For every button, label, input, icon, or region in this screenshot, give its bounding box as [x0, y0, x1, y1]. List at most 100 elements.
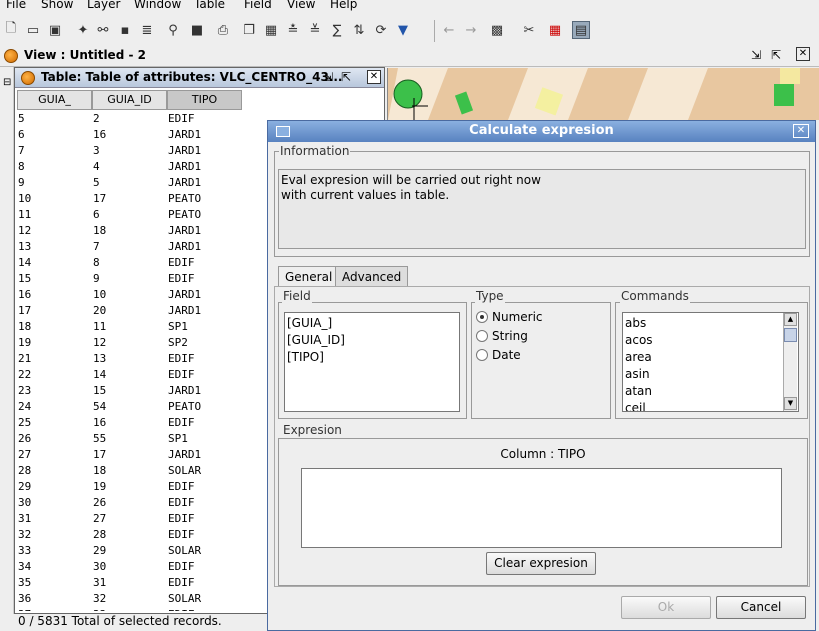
- open-folder-icon[interactable]: ▭: [24, 21, 42, 39]
- table-maximize-icon[interactable]: ⇱: [341, 70, 351, 84]
- table-row[interactable]: 7 3 JARD1: [17, 143, 241, 159]
- table-icon[interactable]: ▦: [262, 21, 280, 39]
- menu-window[interactable]: Window: [134, 0, 181, 11]
- command-item[interactable]: asin: [625, 366, 650, 382]
- table-row[interactable]: 8 4 JARD1: [17, 159, 241, 175]
- table-row[interactable]: 15 9 EDIF: [17, 271, 241, 287]
- scroll-thumb[interactable]: [784, 328, 797, 342]
- link-icon[interactable]: ⚯: [94, 21, 112, 39]
- menu-layer[interactable]: Layer: [87, 0, 120, 11]
- command-item[interactable]: atan: [625, 383, 652, 399]
- arrow-right-icon[interactable]: →: [462, 21, 480, 39]
- new-file-icon[interactable]: 🗋: [2, 21, 20, 39]
- table-row[interactable]: 33 29 SOLAR: [17, 543, 241, 559]
- table-row[interactable]: 12 18 JARD1: [17, 223, 241, 239]
- table-row[interactable]: 6 16 JARD1: [17, 127, 241, 143]
- maximize-icon[interactable]: ⇱: [771, 48, 781, 62]
- arrow-left-icon[interactable]: ←: [440, 21, 458, 39]
- table-row[interactable]: 22 14 EDIF: [17, 367, 241, 383]
- table-row[interactable]: 13 7 JARD1: [17, 239, 241, 255]
- commands-list[interactable]: abs acos area asin atan ceil ▲ ▼: [622, 312, 799, 412]
- filter-icon[interactable]: ▼: [394, 21, 412, 39]
- table-row[interactable]: 19 12 SP2: [17, 335, 241, 351]
- column-header-tipo[interactable]: TIPO: [167, 90, 242, 110]
- radio-date-label[interactable]: Date: [492, 348, 521, 362]
- table-row[interactable]: 21 13 EDIF: [17, 351, 241, 367]
- column-header-guia-id[interactable]: GUIA_ID: [92, 90, 167, 110]
- table-row[interactable]: 29 19 EDIF: [17, 479, 241, 495]
- table-row[interactable]: 23 15 JARD1: [17, 383, 241, 399]
- sort-numeric-icon[interactable]: ⇅: [350, 21, 368, 39]
- menu-field[interactable]: Field: [244, 0, 272, 11]
- field-item[interactable]: [TIPO]: [287, 349, 324, 365]
- table-row[interactable]: 25 16 EDIF: [17, 415, 241, 431]
- clear-expression-button[interactable]: Clear expresion: [486, 552, 596, 575]
- radio-numeric-label[interactable]: Numeric: [492, 310, 543, 324]
- table-row[interactable]: 31 27 EDIF: [17, 511, 241, 527]
- expression-textarea[interactable]: [301, 468, 782, 548]
- monitor-icon[interactable]: ▪: [116, 21, 134, 39]
- ok-button[interactable]: Ok: [621, 596, 711, 619]
- scroll-down-icon[interactable]: ▼: [784, 397, 797, 410]
- save-icon[interactable]: ▣: [46, 21, 64, 39]
- close-icon[interactable]: ✕: [796, 47, 810, 61]
- table-row[interactable]: 34 30 EDIF: [17, 559, 241, 575]
- table-row[interactable]: 14 8 EDIF: [17, 255, 241, 271]
- map-canvas[interactable]: [387, 68, 819, 120]
- table-row[interactable]: 37 33 EDIF: [17, 607, 241, 611]
- select-icon[interactable]: ▩: [488, 21, 506, 39]
- menu-show[interactable]: Show: [41, 0, 73, 11]
- scroll-up-icon[interactable]: ▲: [784, 313, 797, 326]
- commands-scrollbar[interactable]: ▲ ▼: [783, 313, 797, 411]
- radio-string[interactable]: [476, 330, 488, 342]
- column-header-guia[interactable]: GUIA_: [17, 90, 92, 110]
- table-row[interactable]: 11 6 PEATO: [17, 207, 241, 223]
- table-row[interactable]: 16 10 JARD1: [17, 287, 241, 303]
- layer-tool-icon[interactable]: ✦: [74, 21, 92, 39]
- table-row[interactable]: 28 18 SOLAR: [17, 463, 241, 479]
- table-row[interactable]: 36 32 SOLAR: [17, 591, 241, 607]
- menu-file[interactable]: File: [6, 0, 26, 11]
- gray-box-icon[interactable]: ■: [188, 21, 206, 39]
- menu-help[interactable]: Help: [330, 0, 357, 11]
- table-row[interactable]: 5 2 EDIF: [17, 111, 241, 127]
- calculator-icon[interactable]: ▤: [572, 21, 590, 39]
- menu-table[interactable]: Table: [194, 0, 225, 11]
- print-icon[interactable]: ⎙: [214, 21, 232, 39]
- tab-general[interactable]: General: [278, 266, 340, 286]
- copy-icon[interactable]: ❐: [240, 21, 258, 39]
- table-row[interactable]: 26 55 SP1: [17, 431, 241, 447]
- table-minimize-icon[interactable]: ⇲: [323, 70, 333, 84]
- collapse-icon[interactable]: ⊟: [3, 77, 11, 88]
- table-row[interactable]: 35 31 EDIF: [17, 575, 241, 591]
- radio-string-label[interactable]: String: [492, 329, 528, 343]
- sum-icon[interactable]: ∑: [328, 21, 346, 39]
- command-item[interactable]: ceil: [625, 400, 646, 411]
- field-item[interactable]: [GUIA_ID]: [287, 332, 345, 348]
- field-item[interactable]: [GUIA_]: [287, 315, 332, 331]
- table-row[interactable]: 32 28 EDIF: [17, 527, 241, 543]
- tools-icon[interactable]: ✂: [520, 21, 538, 39]
- table-link-icon[interactable]: ≣: [138, 21, 156, 39]
- cancel-button[interactable]: Cancel: [716, 596, 806, 619]
- dialog-close-icon[interactable]: ✕: [793, 124, 809, 138]
- menu-view[interactable]: View: [287, 0, 315, 11]
- tab-advanced[interactable]: Advanced: [335, 266, 409, 286]
- table-row[interactable]: 18 11 SP1: [17, 319, 241, 335]
- red-table-icon[interactable]: ▦: [546, 21, 564, 39]
- radio-numeric[interactable]: [476, 311, 488, 323]
- table-row[interactable]: 30 26 EDIF: [17, 495, 241, 511]
- command-item[interactable]: abs: [625, 315, 646, 331]
- minimize-icon[interactable]: ⇲: [751, 48, 761, 62]
- command-item[interactable]: area: [625, 349, 652, 365]
- table-row[interactable]: 27 17 JARD1: [17, 447, 241, 463]
- refresh-icon[interactable]: ⟳: [372, 21, 390, 39]
- table-row[interactable]: 17 20 JARD1: [17, 303, 241, 319]
- binoculars-icon[interactable]: ⚲: [164, 21, 182, 39]
- sort-desc-icon[interactable]: ≚: [306, 21, 324, 39]
- radio-date[interactable]: [476, 349, 488, 361]
- sort-asc-icon[interactable]: ≛: [284, 21, 302, 39]
- table-row[interactable]: 10 17 PEATO: [17, 191, 241, 207]
- command-item[interactable]: acos: [625, 332, 653, 348]
- table-close-icon[interactable]: ✕: [367, 70, 381, 84]
